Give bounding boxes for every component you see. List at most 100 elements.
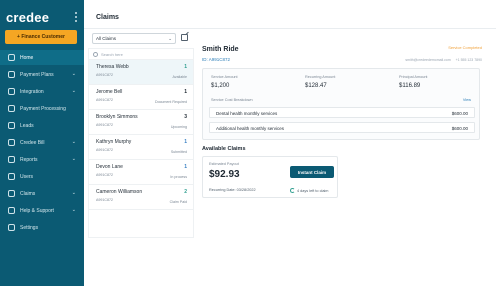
chevron-down-icon: ⌄ bbox=[168, 36, 172, 41]
chevron-down-icon: ⌄ bbox=[71, 207, 76, 213]
breakdown-row-label: Dental health monthly services bbox=[216, 111, 278, 116]
sidebar-item-label: Help & Support bbox=[20, 207, 54, 214]
claims-filter-select[interactable]: All Claims ⌄ bbox=[92, 33, 176, 44]
sidebar-item-payment-processing[interactable]: Payment Processing bbox=[0, 101, 84, 116]
breakdown-row-amount: $600.00 bbox=[451, 111, 468, 116]
sidebar-item-settings[interactable]: Settings bbox=[0, 220, 84, 235]
sidebar-item-integration[interactable]: Integration ⌄ bbox=[0, 84, 84, 99]
sidebar-item-label: Home bbox=[20, 54, 34, 61]
claim-status: In process bbox=[170, 175, 187, 179]
claim-count: 1 bbox=[184, 89, 187, 95]
header-divider bbox=[84, 28, 496, 29]
sidebar-item-help-support[interactable]: Help & Support ⌄ bbox=[0, 203, 84, 218]
customer-email: smith@credeedemomail.com bbox=[405, 58, 451, 62]
sidebar: credee + Finance Customer Home Payment Pl… bbox=[0, 0, 84, 286]
claim-customer-name: Theresa Webb bbox=[96, 64, 129, 70]
claim-list-item[interactable]: Cameron Williamson A991C872 2 Claim Paid bbox=[89, 185, 193, 210]
claim-count: 1 bbox=[184, 164, 187, 170]
available-claims-title: Available Claims bbox=[202, 146, 246, 152]
sidebar-item-label: Settings bbox=[20, 224, 39, 231]
claim-list-item[interactable]: Theresa Webb A991C872 1 Available bbox=[89, 60, 193, 85]
service-amount-value: $1,200 bbox=[211, 83, 230, 89]
claim-list-item[interactable]: Kathryn Murphy A991C872 1 Submitted bbox=[89, 135, 193, 160]
breakdown-row-amount: $600.00 bbox=[451, 126, 468, 131]
sidebar-item-label: Integration bbox=[20, 88, 44, 95]
search-box[interactable]: Search here bbox=[89, 49, 193, 60]
sidebar-item-label: Payment Processing bbox=[20, 105, 66, 112]
breakdown-row: Additional health monthly services $600.… bbox=[209, 122, 475, 133]
progress-ring-icon bbox=[290, 188, 295, 193]
days-left-text: 4 days left to claim bbox=[297, 188, 329, 193]
customer-phone: +1 555 123 7890 bbox=[455, 58, 482, 62]
sidebar-item-label: Claims bbox=[20, 190, 36, 197]
service-summary-card: Service Amount $1,200 Recurring Amount $… bbox=[202, 68, 480, 140]
payment-processing-icon bbox=[8, 105, 15, 112]
home-icon bbox=[8, 54, 15, 61]
customer-contact: smith@credeedemomail.com +1 555 123 7890 bbox=[405, 58, 482, 62]
sidebar-item-label: Leads bbox=[20, 122, 34, 129]
chevron-down-icon: ⌄ bbox=[71, 190, 76, 196]
principal-amount-value: $116.89 bbox=[399, 83, 421, 89]
sidebar-item-leads[interactable]: Leads bbox=[0, 118, 84, 133]
help-icon bbox=[8, 207, 15, 214]
claim-customer-name: Jerome Bell bbox=[96, 89, 123, 95]
leads-icon bbox=[8, 122, 15, 129]
breakdown-label: Service Cost Breakdown bbox=[211, 98, 253, 102]
sidebar-item-credee-bill[interactable]: Credee Bill ⌄ bbox=[0, 135, 84, 150]
claim-customer-name: Devon Lane bbox=[96, 164, 123, 170]
claim-count: 1 bbox=[184, 139, 187, 145]
claim-count: 2 bbox=[184, 189, 187, 195]
estimated-payout-value: $92.93 bbox=[209, 169, 240, 180]
view-breakdown-link[interactable]: View bbox=[463, 98, 471, 102]
service-status-badge: Service Completed bbox=[448, 45, 482, 50]
claim-customer-name: Brooklyn Simmons bbox=[96, 114, 138, 120]
claims-icon bbox=[8, 190, 15, 197]
principal-amount-label: Principal Amount bbox=[399, 75, 428, 79]
sidebar-item-payment-plans[interactable]: Payment Plans ⌄ bbox=[0, 67, 84, 82]
bill-icon bbox=[8, 139, 15, 146]
claims-filter-value: All Claims bbox=[96, 36, 117, 41]
recurring-amount-label: Recurring Amount bbox=[305, 75, 336, 79]
claim-count: 1 bbox=[184, 64, 187, 70]
instant-claim-button[interactable]: Instant Claim bbox=[290, 166, 334, 178]
integration-icon bbox=[8, 88, 15, 95]
sidebar-item-label: Payment Plans bbox=[20, 71, 54, 78]
sidebar-item-label: Reports bbox=[20, 156, 38, 163]
users-icon bbox=[8, 173, 15, 180]
claim-list-item[interactable]: Brooklyn Simmons A991C872 3 Upcoming bbox=[89, 110, 193, 135]
breakdown-row-label: Additional health monthly services bbox=[216, 126, 285, 131]
open-external-icon[interactable] bbox=[181, 34, 188, 41]
days-left: 4 days left to claim bbox=[290, 188, 328, 193]
claim-count: 3 bbox=[184, 114, 187, 120]
claims-list: Search here Theresa Webb A991C872 1 Availab… bbox=[88, 48, 194, 238]
search-icon bbox=[93, 51, 98, 57]
chevron-down-icon: ⌄ bbox=[71, 71, 76, 77]
claim-status: Submitted bbox=[170, 150, 187, 154]
sidebar-item-label: Credee Bill bbox=[20, 139, 45, 146]
available-claim-card: Estimated Payout $92.93 Instant Claim Re… bbox=[202, 156, 338, 198]
sidebar-item-claims[interactable]: Claims ⌄ bbox=[0, 186, 84, 201]
settings-icon bbox=[8, 224, 15, 231]
claim-list-item[interactable]: Jerome Bell A991C872 1 Document Required bbox=[89, 85, 193, 110]
claim-status: Available bbox=[172, 75, 187, 79]
claim-customer-name: Cameron Williamson bbox=[96, 189, 143, 195]
sidebar-item-reports[interactable]: Reports ⌄ bbox=[0, 152, 84, 167]
sidebar-item-home[interactable]: Home bbox=[0, 50, 84, 65]
reports-icon bbox=[8, 156, 15, 163]
sidebar-item-users[interactable]: Users bbox=[0, 169, 84, 184]
page-title: Claims bbox=[96, 14, 119, 21]
finance-customer-button[interactable]: + Finance Customer bbox=[5, 30, 77, 44]
customer-id[interactable]: ID: A991C872 bbox=[202, 57, 230, 62]
estimated-payout-label: Estimated Payout bbox=[209, 162, 239, 166]
search-input[interactable]: Search here bbox=[101, 52, 123, 57]
service-amount-label: Service Amount bbox=[211, 75, 238, 79]
chevron-down-icon: ⌄ bbox=[71, 139, 76, 145]
more-options-icon[interactable] bbox=[75, 12, 78, 24]
chevron-down-icon: ⌄ bbox=[71, 156, 76, 162]
claim-status: Claim Paid bbox=[169, 200, 187, 204]
recurring-date: Recurring Date: 03/28/2022 bbox=[209, 188, 256, 192]
claim-status: Upcoming bbox=[170, 125, 187, 129]
claim-list-item[interactable]: Devon Lane A991C872 1 In process bbox=[89, 160, 193, 185]
brand-logo[interactable]: credee bbox=[6, 10, 49, 25]
breakdown-row: Dental health monthly services $600.00 bbox=[209, 107, 475, 118]
